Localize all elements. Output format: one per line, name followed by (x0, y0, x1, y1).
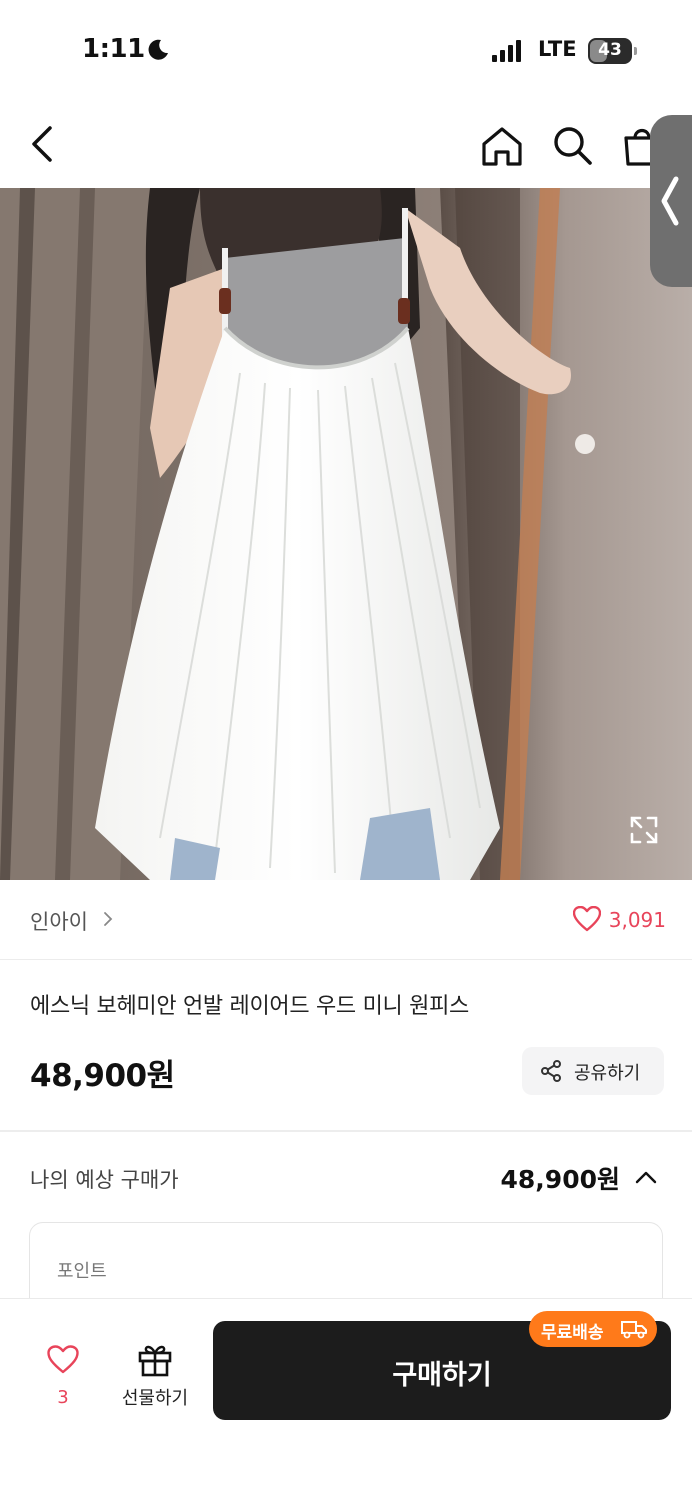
free-shipping-badge: 무료배송 (529, 1311, 657, 1347)
bottom-action-bar: 3 선물하기 구매하기 무료배송 (0, 1298, 692, 1500)
heart-icon (572, 906, 601, 932)
brand-name[interactable]: 인아이 (30, 906, 88, 936)
product-price: 48,900원 (30, 1058, 175, 1094)
chevron-right-icon (104, 912, 113, 926)
like-count: 3,091 (608, 908, 666, 932)
home-icon[interactable] (478, 122, 526, 170)
brand-row[interactable]: 인아이 3,091 (0, 880, 692, 960)
shipping-label: 무료배송 (541, 1323, 604, 1343)
product-photo (0, 188, 692, 880)
points-label: 포인트 (57, 1261, 107, 1282)
wishlist-count: 3 (57, 1387, 69, 1408)
chevron-up-icon[interactable] (634, 1166, 658, 1190)
truck-icon (621, 1321, 647, 1339)
estimate-price: 48,900원 (500, 1165, 620, 1194)
top-nav (0, 100, 692, 188)
share-label: 공유하기 (574, 1063, 641, 1084)
share-button[interactable]: 공유하기 (522, 1047, 664, 1095)
search-icon[interactable] (548, 122, 596, 170)
gift-label: 선물하기 (121, 1388, 189, 1409)
back-icon[interactable] (22, 122, 66, 166)
product-image[interactable] (0, 188, 692, 880)
estimate-label: 나의 예상 구매가 (30, 1168, 179, 1192)
product-title: 에스닉 보헤미안 언발 레이어드 우드 미니 원피스 (30, 994, 469, 1019)
moon-icon (148, 39, 168, 60)
status-bar: 1:11 LTE 43 (0, 0, 692, 100)
status-time: 1:11 (82, 34, 145, 64)
network-label: LTE (538, 37, 577, 61)
signal-icon (492, 40, 521, 62)
share-icon (541, 1060, 561, 1082)
heart-icon (47, 1345, 79, 1374)
wishlist-button[interactable]: 3 (32, 1339, 94, 1411)
chevron-left-icon (661, 176, 679, 226)
buy-label: 구매하기 (392, 1360, 492, 1391)
gift-icon (138, 1345, 172, 1377)
expand-icon[interactable] (626, 812, 662, 848)
battery-indicator: 43 (588, 38, 638, 64)
battery-text: 43 (598, 40, 622, 60)
side-panel-handle[interactable] (650, 115, 692, 287)
like-count-group[interactable]: 3,091 (572, 904, 666, 936)
gift-button[interactable]: 선물하기 (112, 1337, 198, 1415)
estimate-price-row[interactable]: 나의 예상 구매가 48,900원 (0, 1132, 692, 1222)
